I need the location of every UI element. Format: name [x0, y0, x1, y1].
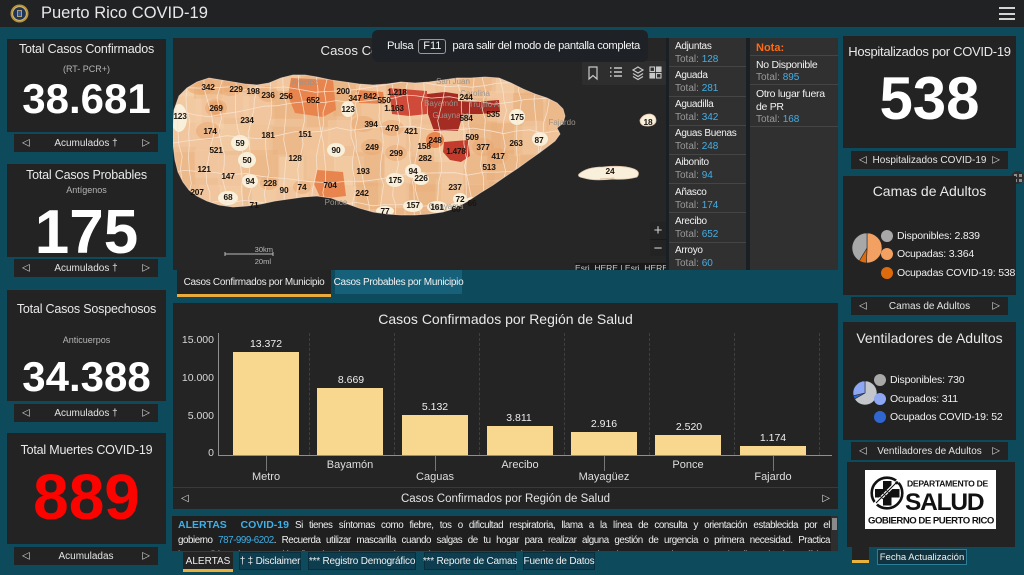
svg-text:GOBIERNO DE PUERTO RICO: GOBIERNO DE PUERTO RICO	[868, 516, 995, 527]
svg-text:121: 121	[197, 164, 211, 174]
svg-text:299: 299	[389, 148, 403, 158]
svg-text:30km: 30km	[255, 245, 273, 254]
svg-text:94: 94	[246, 176, 255, 186]
svg-text:60: 60	[452, 204, 461, 214]
svg-text:584: 584	[459, 113, 473, 123]
svg-text:66: 66	[468, 198, 477, 208]
svg-text:1.218: 1.218	[387, 88, 407, 97]
svg-text:72: 72	[456, 194, 465, 204]
svg-text:90: 90	[280, 185, 289, 195]
svg-text:Ponce: Ponce	[325, 198, 348, 207]
svg-text:842: 842	[363, 91, 377, 101]
svg-text:San Juan: San Juan	[436, 77, 470, 86]
svg-text:421: 421	[404, 126, 418, 136]
svg-text:479: 479	[385, 123, 399, 133]
svg-text:342: 342	[201, 82, 215, 92]
svg-text:77: 77	[381, 206, 390, 216]
svg-text:228: 228	[263, 178, 277, 188]
svg-text:229: 229	[229, 84, 243, 94]
svg-text:1.163: 1.163	[384, 104, 404, 113]
svg-text:SALUD: SALUD	[905, 489, 984, 516]
svg-text:157: 157	[406, 200, 420, 210]
svg-text:123: 123	[341, 104, 355, 114]
svg-text:521: 521	[209, 145, 223, 155]
svg-text:198: 198	[246, 86, 260, 96]
svg-text:128: 128	[288, 153, 302, 163]
svg-text:249: 249	[365, 142, 379, 152]
svg-text:175: 175	[510, 112, 524, 122]
svg-text:181: 181	[261, 130, 275, 140]
svg-text:652: 652	[306, 95, 320, 105]
svg-text:87: 87	[535, 135, 544, 145]
svg-text:DEPARTAMENTO DE: DEPARTAMENTO DE	[907, 479, 989, 489]
svg-text:242: 242	[355, 188, 369, 198]
svg-text:237: 237	[448, 182, 462, 192]
svg-text:90: 90	[332, 145, 341, 155]
svg-text:269: 269	[209, 103, 223, 113]
svg-text:24: 24	[606, 166, 615, 176]
svg-text:Trujillo A: Trujillo A	[469, 100, 500, 109]
svg-text:147: 147	[221, 171, 235, 181]
svg-text:Bayamón: Bayamón	[424, 99, 458, 108]
svg-text:174: 174	[203, 126, 217, 136]
svg-text:Arecibo: Arecibo	[291, 78, 319, 87]
svg-text:18: 18	[644, 117, 653, 127]
svg-text:509: 509	[465, 132, 479, 142]
svg-text:68: 68	[224, 192, 233, 202]
svg-text:513: 513	[482, 162, 496, 172]
svg-text:175: 175	[388, 175, 402, 185]
svg-text:263: 263	[509, 138, 523, 148]
svg-text:74: 74	[298, 182, 307, 192]
svg-text:50: 50	[243, 155, 252, 165]
svg-text:282: 282	[418, 153, 432, 163]
svg-text:535: 535	[486, 109, 500, 119]
svg-text:347: 347	[348, 93, 362, 103]
svg-text:158: 158	[417, 141, 431, 151]
svg-text:226: 226	[414, 173, 428, 183]
svg-text:207: 207	[190, 187, 204, 197]
svg-text:1.478: 1.478	[446, 147, 466, 156]
svg-text:256: 256	[279, 91, 293, 101]
svg-text:236: 236	[261, 90, 275, 100]
svg-text:417: 417	[491, 151, 505, 161]
svg-text:704: 704	[323, 180, 337, 190]
svg-text:71: 71	[250, 200, 259, 210]
svg-text:244: 244	[459, 92, 473, 102]
svg-text:394: 394	[364, 119, 378, 129]
svg-text:151: 151	[298, 129, 312, 139]
svg-text:193: 193	[356, 166, 370, 176]
svg-text:123: 123	[173, 111, 187, 121]
svg-text:Fajardo: Fajardo	[548, 118, 576, 127]
svg-text:161: 161	[430, 202, 444, 212]
svg-text:20ml: 20ml	[255, 257, 272, 266]
svg-text:59: 59	[236, 138, 245, 148]
svg-text:377: 377	[476, 142, 490, 152]
svg-text:234: 234	[240, 115, 254, 125]
